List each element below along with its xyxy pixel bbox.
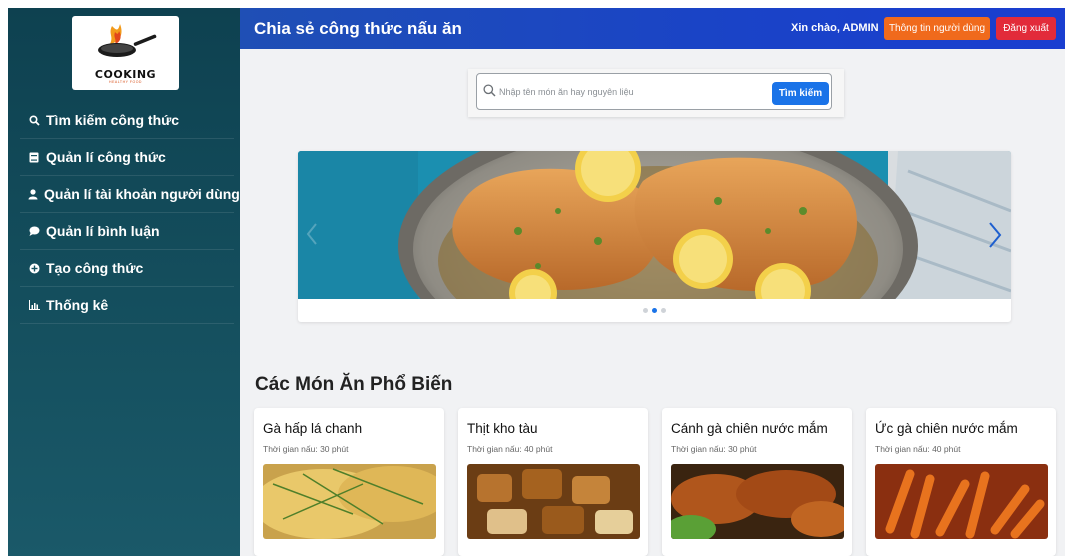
recipe-image	[875, 464, 1048, 539]
recipe-name: Ức gà chiên nước mắm	[875, 421, 1018, 436]
sidebar-item-label: Quản lí bình luận	[46, 223, 160, 239]
user-icon	[28, 188, 38, 200]
carousel-dot-active[interactable]	[652, 308, 657, 313]
sidebar: COOKING HEALTHY FOOD Tìm kiếm công thức …	[8, 8, 240, 556]
sidebar-item-manage-comments[interactable]: Quản lí bình luận	[20, 213, 234, 250]
recipe-image	[671, 464, 844, 539]
search-icon	[28, 114, 40, 126]
sidebar-item-label: Tạo công thức	[46, 260, 144, 276]
book-icon	[28, 151, 40, 163]
search-input[interactable]	[499, 83, 749, 101]
recipe-image	[263, 464, 436, 539]
recipe-card[interactable]: Gà hấp lá chanh Thời gian nấu: 30 phút	[254, 408, 444, 556]
recipe-card[interactable]: Thịt kho tàu Thời gian nấu: 40 phút	[458, 408, 648, 556]
sidebar-item-label: Quản lí công thức	[46, 149, 166, 165]
top-header: Chia sẻ công thức nấu ăn Xin chào, ADMIN…	[240, 8, 1065, 49]
recipe-name: Cánh gà chiên nước mắm	[671, 421, 828, 436]
popular-section-title: Các Món Ăn Phổ Biến	[255, 374, 453, 395]
carousel-indicators	[643, 308, 666, 313]
recipe-name: Thịt kho tàu	[467, 421, 538, 436]
recipe-cook-time: Thời gian nấu: 30 phút	[263, 444, 349, 454]
logo[interactable]: COOKING HEALTHY FOOD	[72, 16, 179, 90]
recipe-image	[467, 464, 640, 539]
user-greeting: Xin chào, ADMIN	[791, 22, 879, 34]
chart-icon	[28, 299, 40, 311]
carousel-prev-icon[interactable]	[306, 223, 318, 250]
user-profile-button[interactable]: Thông tin người dùng	[884, 17, 990, 40]
plus-circle-icon	[28, 262, 40, 274]
search-icon	[483, 84, 496, 102]
pan-flame-icon	[98, 24, 157, 57]
search-button[interactable]: Tìm kiếm	[772, 82, 829, 105]
sidebar-item-label: Quản lí tài khoản người dùng	[44, 186, 240, 202]
logo-subtext: HEALTHY FOOD	[109, 80, 142, 84]
sidebar-item-statistics[interactable]: Thống kê	[20, 287, 234, 324]
logout-button[interactable]: Đăng xuất	[996, 17, 1056, 40]
sidebar-item-label: Thống kê	[46, 297, 109, 313]
sidebar-item-create-recipe[interactable]: Tạo công thức	[20, 250, 234, 287]
carousel-slide-image	[298, 151, 1011, 299]
comment-icon	[28, 225, 40, 237]
carousel-dot[interactable]	[661, 308, 666, 313]
recipe-cook-time: Thời gian nấu: 40 phút	[875, 444, 961, 454]
sidebar-item-label: Tìm kiếm công thức	[46, 112, 180, 128]
logo-text: COOKING	[94, 68, 157, 81]
recipe-card[interactable]: Cánh gà chiên nước mắm Thời gian nấu: 30…	[662, 408, 852, 556]
recipe-card-list: Gà hấp lá chanh Thời gian nấu: 30 phút T…	[254, 408, 1056, 556]
carousel-dot[interactable]	[643, 308, 648, 313]
main-content: Tìm kiếm	[240, 49, 1065, 556]
recipe-cook-time: Thời gian nấu: 30 phút	[671, 444, 757, 454]
sidebar-item-search-recipe[interactable]: Tìm kiếm công thức	[20, 102, 234, 139]
sidebar-menu: Tìm kiếm công thức Quản lí công thức Quả…	[20, 102, 240, 324]
image-carousel[interactable]	[298, 151, 1011, 322]
search-box: Tìm kiếm	[476, 73, 832, 110]
page-title: Chia sẻ công thức nấu ăn	[254, 19, 462, 38]
recipe-card[interactable]: Ức gà chiên nước mắm Thời gian nấu: 40 p…	[866, 408, 1056, 556]
recipe-cook-time: Thời gian nấu: 40 phút	[467, 444, 553, 454]
search-panel: Tìm kiếm	[468, 69, 844, 117]
recipe-name: Gà hấp lá chanh	[263, 421, 363, 436]
sidebar-item-manage-recipes[interactable]: Quản lí công thức	[20, 139, 234, 176]
carousel-next-icon[interactable]	[988, 221, 1002, 254]
sidebar-item-manage-users[interactable]: Quản lí tài khoản người dùng	[20, 176, 240, 213]
